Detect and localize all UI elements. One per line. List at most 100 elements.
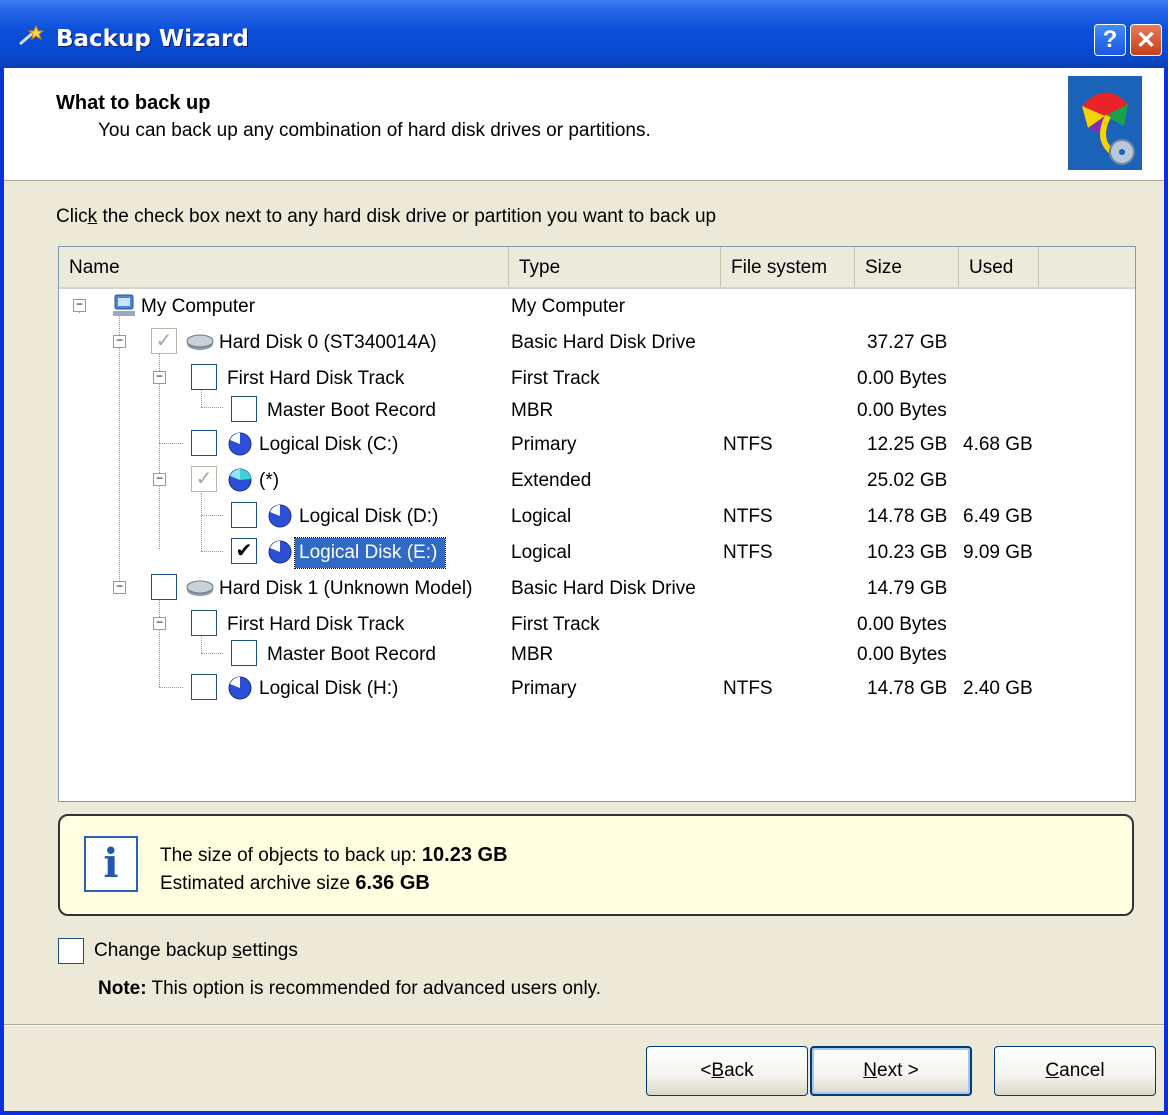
title-bar[interactable]: Backup Wizard ? ✕ (0, 0, 1168, 68)
partition-icon (268, 540, 292, 564)
checkbox-hard-disk-1[interactable] (151, 574, 177, 600)
disk-tree-list[interactable]: Name Type File system Size Used − My Com… (58, 246, 1136, 802)
info-icon: i (84, 836, 138, 892)
backup-wizard-window: Backup Wizard ? ✕ What to back up You ca… (0, 0, 1168, 1115)
list-header: Name Type File system Size Used (59, 247, 1135, 289)
row-size: 25.02 GB (867, 470, 948, 491)
row-name: Hard Disk 1 (Unknown Model) (219, 578, 473, 599)
checkbox-first-track-0[interactable] (191, 364, 217, 390)
tree-row-disk-c[interactable]: Logical Disk (C:) Primary NTFS 12.25 GB … (59, 427, 1135, 463)
row-type: MBR (511, 400, 554, 421)
partition-icon (268, 504, 292, 528)
checkbox-mbr-0[interactable] (231, 396, 257, 422)
extended-partition-icon (228, 468, 252, 492)
checkbox-extended[interactable]: ✓ (191, 466, 217, 492)
tree-row-disk-e[interactable]: ✔ Logical Disk (E:) Logical NTFS 10.23 G… (59, 535, 1135, 571)
collapse-icon[interactable]: − (73, 298, 86, 312)
back-button[interactable]: < Back (646, 1046, 808, 1096)
row-size: 0.00 Bytes (857, 644, 947, 665)
advanced-note: Note: This option is recommended for adv… (98, 978, 602, 999)
row-name-selected: Logical Disk (E:) (293, 537, 447, 569)
hard-disk-icon (186, 334, 214, 350)
page-title: What to back up (56, 92, 211, 114)
tree-row-disk-d[interactable]: Logical Disk (D:) Logical NTFS 14.78 GB … (59, 499, 1135, 535)
row-file-system: NTFS (723, 506, 773, 527)
change-settings-checkbox[interactable] (58, 938, 84, 964)
row-type: First Track (511, 614, 600, 635)
row-type: Logical (511, 506, 572, 527)
row-type: Primary (511, 434, 577, 455)
column-used[interactable]: Used (959, 247, 1039, 287)
checkbox-first-track-1[interactable] (191, 610, 217, 636)
row-file-system: NTFS (723, 542, 773, 563)
row-name: (*) (259, 470, 280, 491)
row-file-system: NTFS (723, 434, 773, 455)
row-size: 0.00 Bytes (857, 400, 947, 421)
row-size: 37.27 GB (867, 332, 948, 353)
tree-row-hard-disk-1[interactable]: − Hard Disk 1 (Unknown Model) Basic Hard… (59, 571, 1135, 607)
checkbox-disk-h[interactable] (191, 674, 217, 700)
row-size: 14.78 GB (867, 678, 948, 699)
close-button[interactable]: ✕ (1130, 24, 1162, 56)
button-separator (4, 1024, 1164, 1026)
row-name: Master Boot Record (267, 644, 436, 665)
page-subtitle: You can back up any combination of hard … (98, 120, 651, 141)
tree-row-my-computer[interactable]: − My Computer My Computer (59, 289, 1135, 325)
row-name: Logical Disk (C:) (259, 434, 399, 455)
row-size: 14.79 GB (867, 578, 948, 599)
backup-logo-icon (1068, 76, 1142, 170)
tree-row-hard-disk-0[interactable]: − ✓ Hard Disk 0 (ST340014A) Basic Hard D… (59, 325, 1135, 361)
collapse-icon[interactable]: − (153, 370, 166, 384)
help-icon: ? (1102, 26, 1118, 53)
row-name: First Hard Disk Track (227, 368, 405, 389)
row-size: 10.23 GB (867, 542, 948, 563)
hard-disk-icon (186, 580, 214, 596)
wizard-header: What to back up You can back up any comb… (4, 68, 1164, 181)
cancel-button[interactable]: Cancel (994, 1046, 1156, 1096)
wizard-wand-icon (19, 24, 44, 46)
row-type: MBR (511, 644, 554, 665)
row-name: My Computer (141, 296, 256, 317)
partition-icon (228, 432, 252, 456)
checkbox-disk-e[interactable]: ✔ (231, 538, 257, 564)
checkbox-disk-c[interactable] (191, 430, 217, 456)
row-name: Logical Disk (H:) (259, 678, 399, 699)
row-size: 14.78 GB (867, 506, 948, 527)
row-size: 12.25 GB (867, 434, 948, 455)
row-type: First Track (511, 368, 600, 389)
checkbox-mbr-1[interactable] (231, 640, 257, 666)
row-used: 6.49 GB (963, 506, 1033, 527)
collapse-icon[interactable]: − (113, 580, 126, 594)
backup-size-info: i The size of objects to back up: 10.23 … (58, 814, 1134, 916)
checkbox-disk-d[interactable] (231, 502, 257, 528)
column-type[interactable]: Type (509, 247, 721, 287)
checkbox-hard-disk-0[interactable]: ✓ (151, 328, 177, 354)
tree-row-mbr-1[interactable]: Master Boot Record MBR 0.00 Bytes (59, 637, 1135, 673)
row-type: Primary (511, 678, 577, 699)
row-type: My Computer (511, 296, 626, 317)
help-button[interactable]: ? (1094, 24, 1126, 56)
collapse-icon[interactable]: − (113, 334, 126, 348)
row-size: 0.00 Bytes (857, 368, 947, 389)
close-icon: ✕ (1135, 26, 1157, 54)
collapse-icon[interactable]: − (153, 616, 166, 630)
row-name: Hard Disk 0 (ST340014A) (219, 332, 437, 353)
column-file-system[interactable]: File system (721, 247, 855, 287)
tree-row-disk-h[interactable]: Logical Disk (H:) Primary NTFS 14.78 GB … (59, 671, 1135, 707)
window-title: Backup Wizard (56, 26, 249, 52)
row-used: 2.40 GB (963, 678, 1033, 699)
computer-icon (113, 294, 135, 316)
column-name[interactable]: Name (59, 247, 509, 287)
tree-row-extended[interactable]: − ✓ (*) Extended 25.02 GB (59, 463, 1135, 499)
change-settings-label[interactable]: Change backup settings (94, 940, 298, 962)
next-button[interactable]: Next > (810, 1046, 972, 1096)
tree-row-mbr-0[interactable]: Master Boot Record MBR 0.00 Bytes (59, 393, 1135, 429)
column-size[interactable]: Size (855, 247, 959, 287)
collapse-icon[interactable]: − (153, 472, 166, 486)
row-name: First Hard Disk Track (227, 614, 405, 635)
row-used: 9.09 GB (963, 542, 1033, 563)
instruction-text: Click the check box next to any hard dis… (56, 206, 717, 227)
estimated-archive-size: Estimated archive size 6.36 GB (160, 872, 430, 894)
tree-row-first-track-0[interactable]: − First Hard Disk Track First Track 0.00… (59, 361, 1135, 397)
size-to-backup: The size of objects to back up: 10.23 GB (160, 844, 508, 866)
